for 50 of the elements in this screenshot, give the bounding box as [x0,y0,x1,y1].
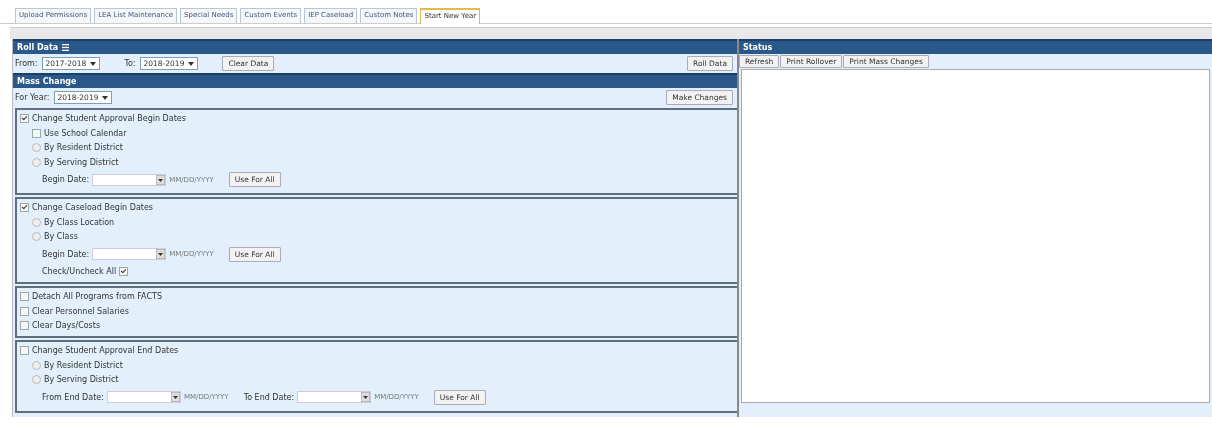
caret-icon [90,61,97,66]
radio-button[interactable] [32,375,41,384]
radio-option[interactable]: By Resident District [20,143,737,152]
section-title: Roll Data [17,43,59,52]
section-title: Status [743,43,773,52]
field-label: Begin Date: [42,175,90,184]
field-label: To: [124,59,136,68]
radio-option[interactable]: By Class [20,232,737,241]
checkbox-option[interactable]: Detach All Programs from FACTS [20,292,737,301]
date-field[interactable] [92,248,167,260]
checkbox-option[interactable]: Change Student Approval End Dates [20,346,737,355]
checkbox[interactable] [119,267,129,276]
date-field[interactable] [106,391,181,403]
checkbox[interactable] [20,321,29,330]
radio-button[interactable] [32,232,41,241]
radio-button[interactable] [32,360,41,370]
dropdown-icon[interactable] [156,249,166,259]
checkbox-option[interactable]: Clear Personnel Salaries [20,306,737,316]
checkbox-option[interactable]: Check/Uncheck All [20,267,737,276]
dropdown-icon[interactable] [170,392,180,402]
checkbox-option[interactable]: Use School Calendar [20,128,737,138]
radio-button[interactable] [32,217,41,227]
field-label: To End Date: [243,392,295,402]
checkbox-option[interactable]: Clear Days/Costs [20,321,737,330]
date-field[interactable] [92,173,167,186]
dropdown-icon[interactable] [156,174,166,185]
menu-icon[interactable] [62,44,70,51]
caret-icon [188,61,195,66]
field-label: From: [15,59,38,68]
radio-option[interactable]: By Resident District [20,360,737,370]
checkbox[interactable] [20,203,29,212]
checkbox[interactable] [32,128,41,138]
radio-button[interactable] [32,157,41,167]
radio-option[interactable]: By Class Location [20,217,737,227]
checkbox[interactable] [20,292,29,301]
checkbox-option[interactable]: Change Caseload Begin Dates [20,203,737,212]
field-label: Begin Date: [42,249,90,259]
caret-icon [102,95,109,100]
field-label: From End Date: [42,392,104,402]
checkbox[interactable] [20,306,29,316]
dropdown-icon[interactable] [361,392,371,402]
radio-button[interactable] [32,143,41,152]
checkbox-option[interactable]: Change Student Approval Begin Dates [20,114,737,123]
field-label: For Year: [15,93,50,102]
checkbox[interactable] [20,346,29,355]
radio-option[interactable]: By Serving District [20,157,737,167]
section-title: Mass Change [17,77,77,86]
date-field[interactable] [297,391,372,403]
radio-option[interactable]: By Serving District [20,375,737,384]
checkbox[interactable] [20,114,29,123]
